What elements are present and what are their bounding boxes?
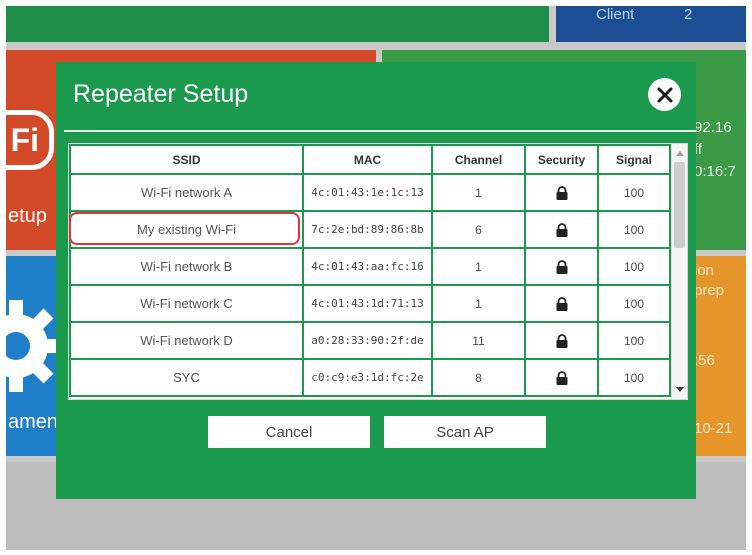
- dialog-title: Repeater Setup: [73, 80, 249, 108]
- scroll-up-arrow-icon[interactable]: [672, 146, 687, 160]
- ssid-cell: Wi-Fi network D: [69, 321, 304, 360]
- security-cell: [524, 247, 599, 286]
- title-divider: [64, 130, 696, 132]
- selected-network-highlight: [69, 212, 300, 245]
- signal-cell: 100: [597, 173, 671, 212]
- column-header-security[interactable]: Security: [524, 144, 599, 175]
- scan-ap-button[interactable]: Scan AP: [384, 416, 546, 448]
- close-button[interactable]: [648, 78, 681, 111]
- lock-icon: [556, 334, 567, 348]
- mac-cell: c0:c9:e3:1d:fc:2e: [302, 358, 433, 397]
- table-row[interactable]: Wi-Fi network B 4c:01:43:aa:fc:16 1 100: [69, 247, 671, 286]
- mac-cell: 4c:01:43:1d:71:13: [302, 284, 433, 323]
- status-line: ion: [694, 262, 715, 279]
- signal-cell: 100: [597, 210, 671, 249]
- channel-cell: 1: [431, 284, 526, 323]
- scroll-down-arrow-icon[interactable]: [672, 383, 687, 397]
- close-icon: [657, 87, 672, 102]
- client-label: Client: [596, 6, 635, 23]
- column-header-ssid[interactable]: SSID: [69, 144, 304, 175]
- column-header-signal[interactable]: Signal: [597, 144, 671, 175]
- mac-cell: 7c:2e:bd:89:86:8b: [302, 210, 433, 249]
- table-scrollbar[interactable]: [671, 144, 687, 399]
- lock-icon: [556, 297, 567, 311]
- mac-cell: a0:28:33:90:2f:de: [302, 321, 433, 360]
- security-cell: [524, 284, 599, 323]
- status-line: prep: [694, 282, 725, 299]
- signal-cell: 100: [597, 358, 671, 397]
- lock-icon: [556, 260, 567, 274]
- security-cell: [524, 358, 599, 397]
- table-header-row: SSID MAC Channel Security Signal: [69, 144, 671, 175]
- cancel-button[interactable]: Cancel: [208, 416, 370, 448]
- client-tile[interactable]: Client 2: [556, 6, 746, 42]
- top-status-tile: [6, 6, 549, 42]
- ap-table: SSID MAC Channel Security Signal Wi-Fi n…: [69, 144, 671, 397]
- lock-icon: [556, 186, 567, 200]
- ssid-cell: Wi-Fi network B: [69, 247, 304, 286]
- security-cell: [524, 210, 599, 249]
- channel-cell: 1: [431, 247, 526, 286]
- security-cell: [524, 173, 599, 212]
- info-line: 92.16: [694, 119, 732, 136]
- table-row[interactable]: Wi-Fi network A 4c:01:43:1e:1c:13 1 100: [69, 173, 671, 212]
- ap-list-panel: SSID MAC Channel Security Signal Wi-Fi n…: [68, 143, 688, 400]
- wifi-badge-text: Fi: [10, 121, 39, 158]
- table-row[interactable]: Wi-Fi network C 4c:01:43:1d:71:13 1 100: [69, 284, 671, 323]
- ssid-cell: SYC: [69, 358, 304, 397]
- column-header-channel[interactable]: Channel: [431, 144, 526, 175]
- repeater-setup-dialog: Repeater Setup SSID MAC Channel Security…: [56, 62, 696, 499]
- lock-icon: [556, 223, 567, 237]
- info-line: 0:16:7: [694, 163, 736, 180]
- ssid-cell: Wi-Fi network C: [69, 284, 304, 323]
- ssid-cell: Wi-Fi network A: [69, 173, 304, 212]
- status-line: 10-21: [694, 420, 733, 437]
- signal-cell: 100: [597, 321, 671, 360]
- wifi-icon: Fi: [6, 110, 54, 170]
- signal-cell: 100: [597, 284, 671, 323]
- channel-cell: 1: [431, 173, 526, 212]
- table-row[interactable]: Wi-Fi network D a0:28:33:90:2f:de 11 100: [69, 321, 671, 360]
- channel-cell: 6: [431, 210, 526, 249]
- column-header-mac[interactable]: MAC: [302, 144, 433, 175]
- scrollbar-thumb[interactable]: [674, 162, 685, 248]
- security-cell: [524, 321, 599, 360]
- lock-icon: [556, 371, 567, 385]
- signal-cell: 100: [597, 247, 671, 286]
- channel-cell: 11: [431, 321, 526, 360]
- setup-tile-label: etup: [8, 205, 47, 227]
- mac-cell: 4c:01:43:1e:1c:13: [302, 173, 433, 212]
- mac-cell: 4c:01:43:aa:fc:16: [302, 247, 433, 286]
- client-count: 2: [684, 6, 693, 23]
- channel-cell: 8: [431, 358, 526, 397]
- status-line: :56: [694, 352, 715, 369]
- table-row[interactable]: SYC c0:c9:e3:1d:fc:2e 8 100: [69, 358, 671, 397]
